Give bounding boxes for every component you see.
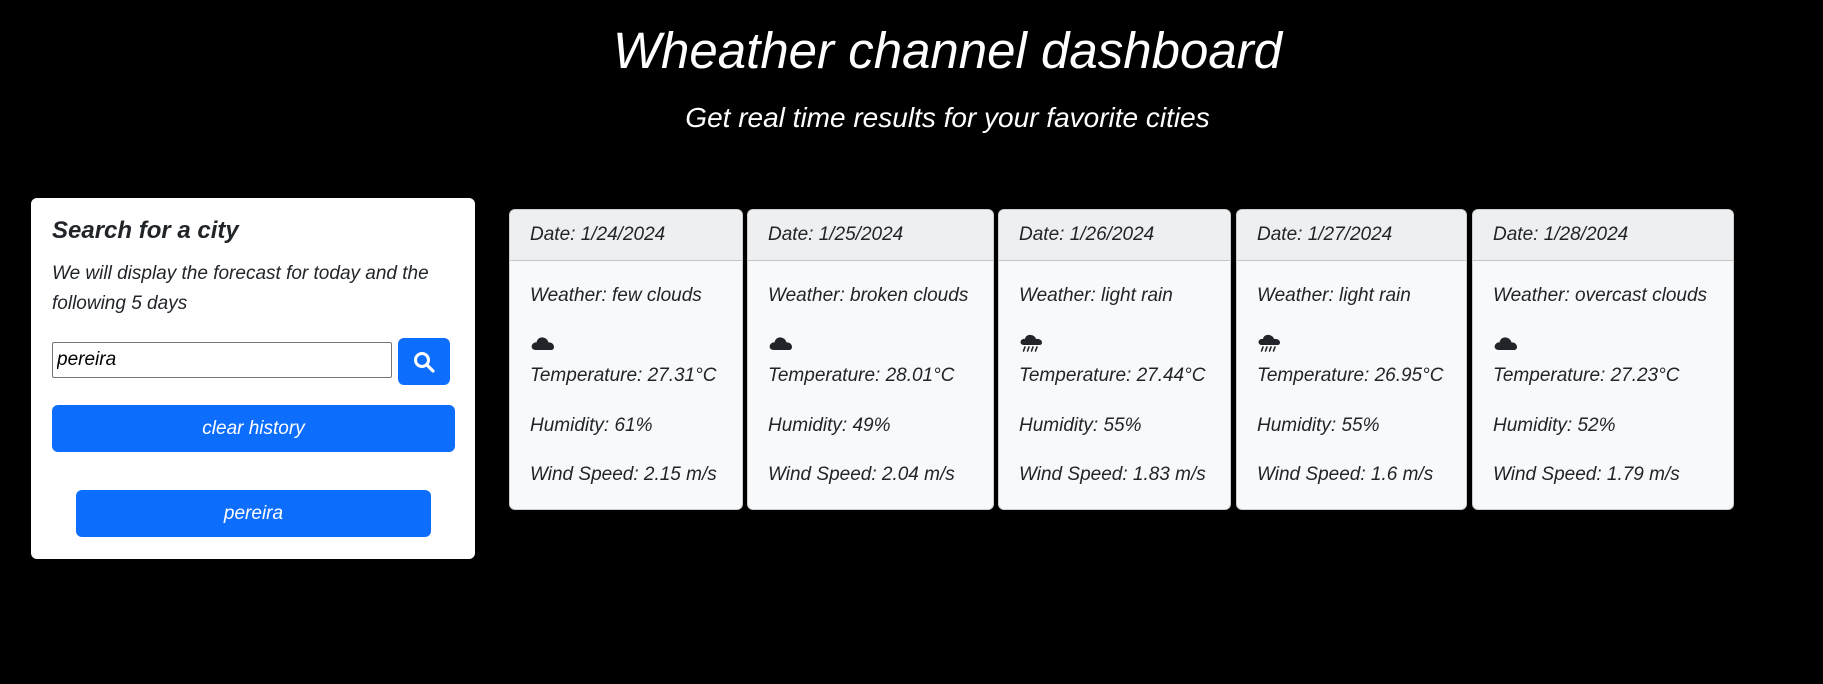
forecast-date: Date: 1/27/2024 [1237, 210, 1466, 261]
forecast-temperature: Temperature: 27.44°C [1019, 365, 1206, 386]
forecast-weather: Weather: light rain [1019, 285, 1173, 306]
search-button[interactable] [398, 338, 450, 385]
forecast-temperature: Temperature: 28.01°C [768, 365, 955, 386]
page: Wheather channel dashboard Get real time… [0, 0, 1823, 684]
forecast-date: Date: 1/28/2024 [1473, 210, 1733, 261]
forecast-card: Date: 1/27/2024 Weather: light rain Temp… [1236, 209, 1467, 510]
forecast-date: Date: 1/26/2024 [999, 210, 1230, 261]
forecast-date: Date: 1/25/2024 [748, 210, 993, 261]
forecast-humidity: Humidity: 52% [1493, 415, 1616, 436]
forecast-humidity: Humidity: 55% [1257, 415, 1380, 436]
page-subtitle: Get real time results for your favorite … [685, 102, 1210, 133]
forecast-temperature: Temperature: 27.23°C [1493, 365, 1680, 386]
forecast-card: Date: 1/24/2024 Weather: few clouds Temp… [509, 209, 743, 510]
forecast-humidity: Humidity: 61% [530, 415, 653, 436]
forecast-humidity: Humidity: 55% [1019, 415, 1142, 436]
history-city-button[interactable]: pereira [76, 490, 431, 537]
forecast-card: Date: 1/25/2024 Weather: broken clouds T… [747, 209, 994, 510]
rain-cloud-icon [1019, 333, 1045, 353]
forecast-wind-speed: Wind Speed: 1.83 m/s [1019, 464, 1206, 485]
forecast-weather: Weather: light rain [1257, 285, 1411, 306]
city-search-input[interactable] [52, 342, 392, 378]
cloud-icon [530, 333, 556, 353]
search-description: We will display the forecast for today a… [52, 263, 429, 314]
clear-history-button[interactable]: clear history [52, 405, 455, 452]
forecast-wind-speed: Wind Speed: 1.6 m/s [1257, 464, 1434, 485]
rain-cloud-icon [1257, 333, 1283, 353]
forecast-wind-speed: Wind Speed: 2.04 m/s [768, 464, 955, 485]
cloud-icon [768, 333, 794, 353]
forecast-weather: Weather: broken clouds [768, 285, 969, 306]
forecast-card: Date: 1/28/2024 Weather: overcast clouds… [1472, 209, 1734, 510]
forecast-date: Date: 1/24/2024 [510, 210, 742, 261]
forecast-temperature: Temperature: 27.31°C [530, 365, 717, 386]
search-panel: Search for a city We will display the fo… [31, 198, 475, 559]
forecast-weather: Weather: few clouds [530, 285, 702, 306]
forecast-humidity: Humidity: 49% [768, 415, 891, 436]
forecast-card: Date: 1/26/2024 Weather: light rain Temp… [998, 209, 1231, 510]
search-title: Search for a city [52, 217, 239, 244]
cloud-icon [1493, 333, 1519, 353]
forecast-weather: Weather: overcast clouds [1493, 285, 1708, 306]
forecast-temperature: Temperature: 26.95°C [1257, 365, 1444, 386]
search-icon [413, 351, 435, 373]
page-title: Wheather channel dashboard [612, 22, 1283, 79]
forecast-wind-speed: Wind Speed: 1.79 m/s [1493, 464, 1680, 485]
forecast-wind-speed: Wind Speed: 2.15 m/s [530, 464, 717, 485]
